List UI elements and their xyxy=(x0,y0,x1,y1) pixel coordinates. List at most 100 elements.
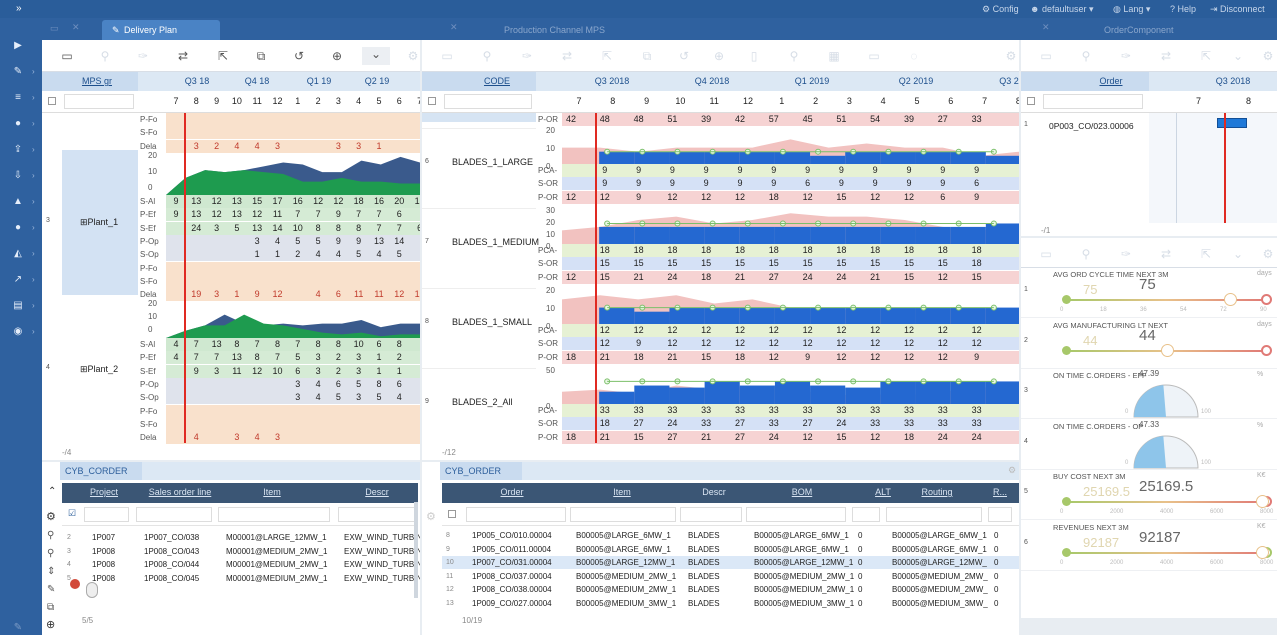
circle-icon[interactable]: ● xyxy=(10,118,26,129)
tools-icon[interactable]: ✎ xyxy=(10,622,26,633)
disconnect-link[interactable]: ⇥ Disconnect xyxy=(1210,4,1265,15)
close-icon[interactable]: ✕ xyxy=(1042,22,1050,33)
copy-icon[interactable]: ⧉ xyxy=(47,602,54,613)
area-chart-icon[interactable]: ◭ xyxy=(10,248,26,259)
column-header[interactable]: Routing xyxy=(912,487,962,497)
record-indicator[interactable] xyxy=(70,579,80,589)
upload-icon[interactable]: ⇪ xyxy=(10,144,26,155)
line-chart-icon[interactable]: ↗ xyxy=(10,274,26,285)
tab-order-component[interactable]: OrderComponent xyxy=(1082,20,1232,40)
column-header[interactable]: ALT xyxy=(868,487,898,497)
tab-production-channel[interactable]: Production Channel MPS xyxy=(482,20,642,40)
save-icon[interactable]: ▭ xyxy=(440,49,454,63)
save-icon[interactable]: ▭ xyxy=(60,49,74,63)
kpi-current-marker[interactable] xyxy=(1161,343,1174,357)
pin-icon[interactable]: ✑ xyxy=(520,49,534,63)
filter-input[interactable] xyxy=(988,507,1012,522)
column-header-order[interactable]: Order xyxy=(1081,72,1141,91)
kpi-current-marker[interactable] xyxy=(1256,495,1269,508)
chevron-down-icon[interactable]: ⌄ xyxy=(362,47,390,65)
chevron-down-icon[interactable]: ⌄ xyxy=(1231,247,1245,261)
table-row[interactable]: 10 1P007_CO/031.00004 B00005@LARGE_12MW_1 B… xyxy=(442,556,1019,569)
user-menu[interactable]: ☻ defaultuser ▾ xyxy=(1030,4,1094,15)
column-header[interactable]: Item xyxy=(232,487,312,497)
filter-icon[interactable]: ⚲ xyxy=(98,49,112,63)
filter-input[interactable] xyxy=(338,507,418,522)
table-row[interactable]: 5 1P008 1P008_CO/045 M00001@MEDIUM_2MW_1 EXW… xyxy=(62,572,420,585)
checkbox-checked-icon[interactable]: ☑ xyxy=(68,508,76,519)
close-icon[interactable]: ✕ xyxy=(72,22,80,33)
settings-circle-icon[interactable]: ◉ xyxy=(10,326,26,337)
swap-icon[interactable]: ⇄ xyxy=(1159,247,1173,261)
order-gantt-bar[interactable] xyxy=(1217,118,1247,128)
plant-2-row[interactable]: ⊞Plant_2 xyxy=(80,364,118,375)
filter-input[interactable] xyxy=(84,507,129,522)
settings-icon[interactable]: ⚙ xyxy=(406,49,420,63)
export-icon[interactable]: ⇱ xyxy=(600,49,614,63)
filter-clear-icon[interactable]: ⚲ xyxy=(47,548,54,559)
column-header[interactable]: Order xyxy=(492,487,532,497)
filter-icon[interactable]: ⚲ xyxy=(1079,247,1093,261)
filter-input[interactable] xyxy=(444,94,532,109)
copy-icon[interactable]: ⧉ xyxy=(254,49,268,64)
grid-icon[interactable]: ▦ xyxy=(827,49,841,63)
table-row[interactable]: 11 1P008_CO/037.00004 B00005@MEDIUM_2MW_1 B… xyxy=(442,570,1019,583)
swap-icon[interactable]: ⇄ xyxy=(1159,49,1173,63)
select-all-checkbox[interactable] xyxy=(48,97,56,105)
select-all-checkbox[interactable] xyxy=(448,510,456,518)
move-icon[interactable]: ⇕ xyxy=(47,566,55,577)
filter-input[interactable] xyxy=(746,507,846,522)
add-icon[interactable]: ⊕ xyxy=(46,618,55,631)
tab-scroll-icon[interactable]: ▭ xyxy=(50,23,59,34)
column-header[interactable]: Descr xyxy=(352,487,402,497)
plant-1-row[interactable]: ⊞Plant_1 xyxy=(80,217,118,228)
export-icon[interactable]: ⇱ xyxy=(1199,49,1213,63)
pin-icon[interactable]: ✑ xyxy=(136,49,150,63)
edit-icon[interactable]: ✎ xyxy=(47,584,55,595)
delete-icon[interactable]: ▯ xyxy=(747,49,761,63)
kpi-current-marker[interactable] xyxy=(1223,293,1237,306)
column-header[interactable]: Item xyxy=(602,487,642,497)
save-icon[interactable]: ▭ xyxy=(1039,247,1053,261)
column-header[interactable]: Project xyxy=(84,487,124,497)
play-icon[interactable]: ▶ xyxy=(10,40,26,51)
table-row[interactable]: 8 1P005_CO/010.00004 B00005@LARGE_6MW_1 BLA… xyxy=(442,529,1019,542)
tab-delivery-plan[interactable]: ✎ Delivery Plan xyxy=(102,20,220,40)
chevron-down-icon[interactable]: ⌄ xyxy=(1231,49,1245,63)
column-header[interactable]: Descr xyxy=(694,487,734,497)
table-row[interactable]: 9 1P005_CO/011.00004 B00005@LARGE_6MW_1 BLA… xyxy=(442,543,1019,556)
filter-icon[interactable]: ⚲ xyxy=(480,49,494,63)
save-icon[interactable]: ▭ xyxy=(1039,49,1053,63)
filter-icon[interactable]: ⚲ xyxy=(47,530,54,541)
expand-icon[interactable]: » xyxy=(16,3,22,14)
help-link[interactable]: ? Help xyxy=(1170,4,1196,14)
column-header[interactable]: Sales order line xyxy=(138,487,222,497)
table-row[interactable]: 12 1P008_CO/038.00004 B00005@MEDIUM_2MW_1 B… xyxy=(442,583,1019,596)
close-icon[interactable]: ✕ xyxy=(450,22,458,33)
export-icon[interactable]: ⇱ xyxy=(1199,247,1213,261)
undo-icon[interactable]: ↺ xyxy=(677,49,691,63)
lang-menu[interactable]: ◍ Lang ▾ xyxy=(1113,4,1150,15)
kpi-current-marker[interactable] xyxy=(1256,545,1269,559)
view-icon[interactable]: ◌ xyxy=(907,49,921,63)
export-icon[interactable]: ⇱ xyxy=(216,49,230,63)
add-icon[interactable]: ⊕ xyxy=(330,49,344,63)
settings-icon[interactable]: ⚙ xyxy=(46,510,56,523)
document-icon[interactable]: ▤ xyxy=(10,300,26,311)
settings-icon[interactable]: ⚙ xyxy=(1004,49,1018,63)
table-row[interactable]: 2 1P007 1P007_CO/038 M00001@LARGE_12MW_1 EXW… xyxy=(62,531,420,544)
settings-icon[interactable]: ⚙ xyxy=(1261,247,1275,261)
wrench-icon[interactable]: ✎ xyxy=(10,66,26,77)
swap-icon[interactable]: ⇄ xyxy=(560,49,574,63)
filter-input[interactable] xyxy=(852,507,880,522)
filter-input[interactable] xyxy=(680,507,742,522)
settings-icon[interactable]: ⚙ xyxy=(1008,465,1016,476)
config-link[interactable]: ⚙ Config xyxy=(982,4,1019,15)
settings-icon[interactable]: ⚙ xyxy=(426,510,436,523)
column-header-code[interactable]: CODE xyxy=(462,72,532,91)
filter-input[interactable] xyxy=(64,94,134,109)
filter-icon[interactable]: ⚲ xyxy=(1079,49,1093,63)
filter-input[interactable] xyxy=(136,507,212,522)
filter-input[interactable] xyxy=(570,507,676,522)
globe-icon[interactable]: ● xyxy=(10,222,26,233)
